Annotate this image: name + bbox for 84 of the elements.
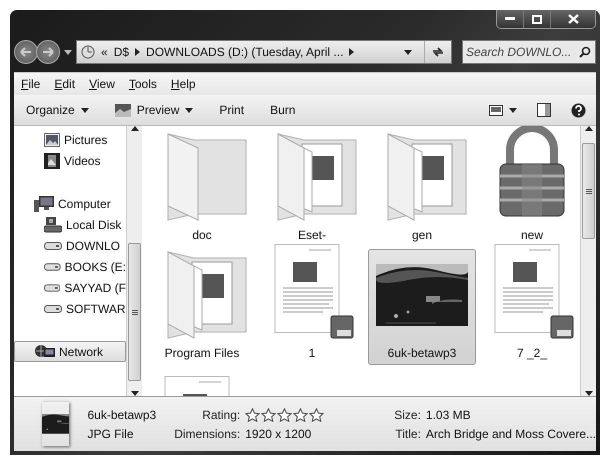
file-type: JPG File — [87, 426, 134, 440]
menu-item[interactable]: View — [82, 77, 122, 91]
explorer-item[interactable]: 1 — [258, 249, 366, 365]
explorer-item[interactable]: doc — [148, 131, 256, 247]
drive-icon — [44, 304, 62, 314]
chevron-icon — [349, 48, 354, 56]
drive-icon — [44, 240, 62, 250]
field-value: Arch Bridge and Moss Covere... — [426, 426, 596, 440]
field-label: Dimensions: — [174, 426, 240, 440]
search-field[interactable]: Search DOWNLO... — [462, 40, 596, 64]
close-icon — [568, 14, 578, 24]
network-icon — [35, 344, 55, 360]
menu-item[interactable]: Help — [164, 77, 203, 91]
navigation-item[interactable]: BOOKS (E: — [14, 256, 126, 277]
refresh-icon[interactable] — [431, 46, 445, 58]
rating-star[interactable] — [277, 408, 292, 422]
history-caret-icon — [64, 50, 72, 54]
preview-pane-button[interactable] — [535, 101, 553, 119]
scrollbar[interactable] — [126, 126, 142, 396]
picture-icon — [44, 132, 60, 146]
forward-button[interactable] — [36, 40, 60, 64]
back-arrow-icon — [20, 47, 32, 57]
back-button[interactable] — [14, 40, 38, 64]
drive-icon — [44, 262, 61, 272]
menu-item[interactable]: Tools — [122, 77, 164, 91]
computer-icon — [34, 196, 54, 212]
grip-icon — [586, 188, 592, 194]
address-bar[interactable]: « D$ DOWNLOADS (D:) (Tuesday, April ... — [76, 40, 452, 64]
film-icon — [44, 152, 60, 168]
maximize-button[interactable] — [524, 10, 551, 28]
explorer-item[interactable]: Eset- — [258, 131, 366, 247]
view-icon — [489, 104, 503, 116]
rating-star[interactable] — [261, 408, 276, 422]
maximize-icon — [532, 14, 542, 24]
navigation-item[interactable]: Pictures — [14, 129, 126, 150]
explorer-item[interactable]: gen — [368, 131, 476, 247]
rating-star[interactable] — [309, 408, 324, 422]
navigation-item[interactable]: Videos — [14, 150, 126, 171]
field-label: Rating: — [201, 408, 240, 422]
navigation-item[interactable]: Computer — [14, 193, 126, 214]
chevron-icon — [135, 48, 140, 56]
menu-item[interactable]: File — [14, 77, 48, 91]
pane-icon — [537, 103, 551, 117]
help-button[interactable] — [569, 100, 588, 120]
breadcrumb[interactable]: DOWNLOADS (D:) (Tuesday, April ... — [146, 45, 344, 59]
forward-arrow-icon — [42, 47, 54, 57]
field-value: 1920 x 1200 — [245, 426, 312, 440]
rating-star[interactable] — [293, 408, 308, 422]
navigation-item[interactable]: DOWNLO — [14, 235, 126, 256]
view-options-button[interactable] — [487, 102, 519, 118]
grip-icon — [132, 310, 138, 314]
search-icon — [579, 46, 591, 58]
drive-icon — [44, 282, 60, 292]
breadcrumb[interactable]: D$ — [114, 45, 130, 59]
toolbar-button[interactable]: Preview — [112, 101, 196, 119]
field-label: Size: — [394, 408, 421, 422]
navigation-item[interactable]: SAYYAD (F — [14, 277, 126, 298]
dropdown-caret-icon — [404, 50, 412, 54]
overflow-chevron[interactable]: « — [101, 45, 108, 59]
minimize-icon — [505, 17, 515, 21]
field-label: Title: — [394, 426, 421, 440]
drive-icon — [44, 216, 62, 232]
toolbar-button[interactable]: Burn — [268, 101, 298, 119]
picture-icon — [114, 104, 131, 116]
field-value: 1.03 MB — [426, 408, 472, 422]
toolbar-button[interactable]: Print — [217, 101, 246, 119]
file-name: 6uk-betawp3 — [87, 408, 156, 422]
explorer-item[interactable]: new — [478, 131, 580, 247]
explorer-item[interactable]: 6uk-betawp3 — [368, 249, 476, 365]
minimize-button[interactable] — [497, 10, 524, 28]
explorer-item[interactable]: Program Files — [148, 249, 256, 365]
help-icon — [571, 102, 586, 118]
explorer-item[interactable]: 7 _2_ — [478, 249, 580, 365]
caret-icon — [185, 108, 194, 112]
caret-icon — [80, 108, 89, 112]
toolbar-button[interactable]: Organize — [24, 101, 91, 119]
navigation-item[interactable]: Network — [14, 341, 126, 362]
scrollbar[interactable] — [580, 126, 596, 396]
close-button[interactable] — [551, 10, 595, 28]
navigation-item[interactable]: Local Disk — [14, 214, 126, 235]
navigation-item[interactable]: SOFTWAR — [14, 298, 126, 319]
caret-icon — [509, 108, 517, 112]
menu-item[interactable]: Edit — [47, 77, 82, 91]
rating-star[interactable] — [245, 408, 260, 422]
